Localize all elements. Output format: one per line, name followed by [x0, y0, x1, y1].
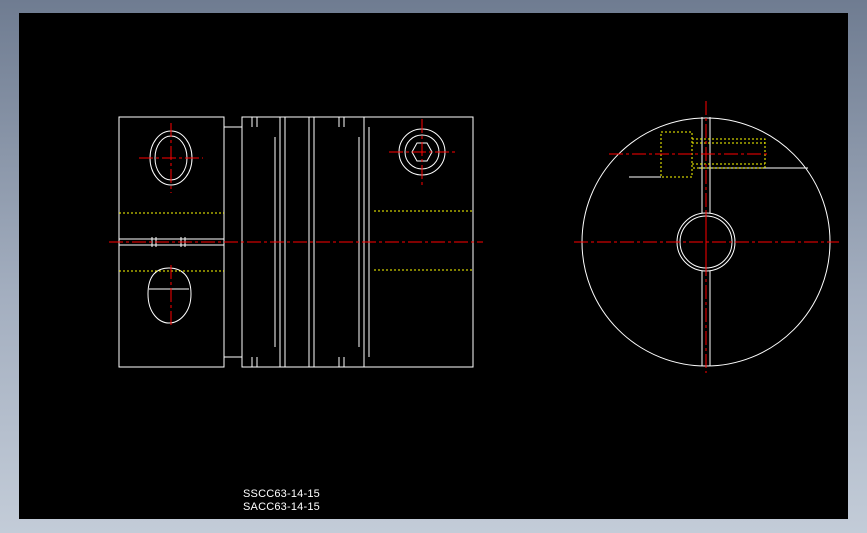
- cad-drawing: [109, 101, 839, 373]
- part-number-label-1: SSCC63-14-15: [243, 488, 320, 500]
- side-centerlines: [109, 119, 483, 325]
- part-number-label-2: SACC63-14-15: [243, 501, 320, 513]
- side-hidden-lines: [119, 210, 473, 272]
- cad-viewport[interactable]: SSCC63-14-15 SACC63-14-15: [19, 13, 848, 519]
- end-centerlines: [574, 101, 839, 373]
- clamp-screw-bottom: [147, 267, 192, 324]
